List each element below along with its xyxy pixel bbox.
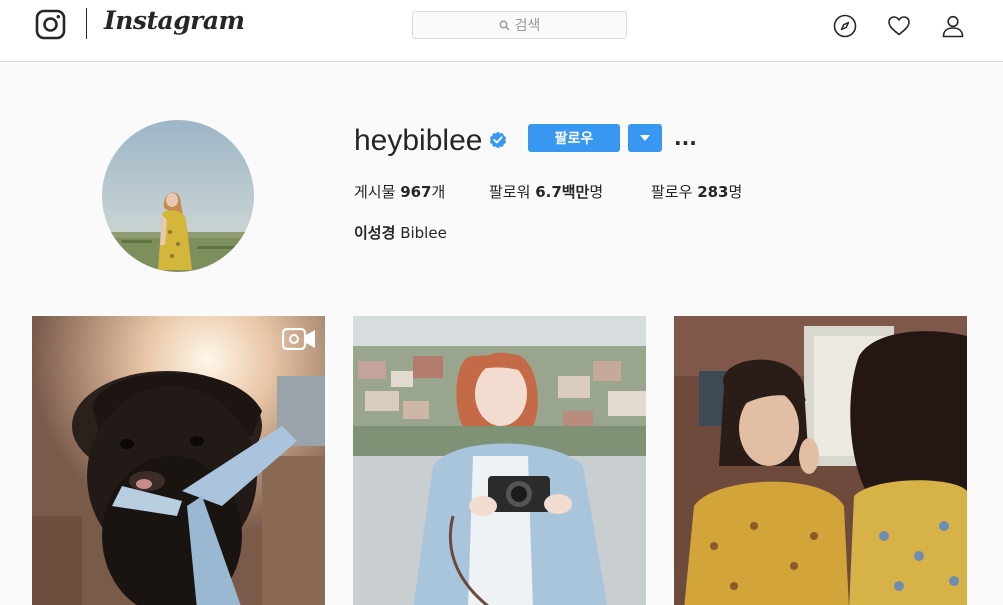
logo-divider — [86, 8, 87, 39]
following-unit: 명 — [728, 183, 743, 201]
posts-unit: 개 — [431, 183, 446, 201]
user-icon[interactable] — [941, 14, 965, 38]
suggestions-dropdown-button[interactable] — [628, 124, 662, 152]
following-label: 팔로우 — [651, 183, 693, 201]
search-icon — [499, 20, 510, 31]
following-count[interactable]: 팔로우 283명 — [651, 181, 742, 202]
posts-count: 게시물 967개 — [354, 181, 445, 202]
follow-button[interactable]: 팔로우 — [528, 124, 620, 152]
compass-icon[interactable] — [833, 14, 857, 38]
posts-value: 967 — [400, 183, 432, 201]
more-options-button[interactable]: ... — [674, 126, 697, 150]
post-thumbnail-3[interactable] — [674, 316, 967, 605]
post-image-camera — [353, 316, 646, 605]
post-image-yellow-shirt — [674, 316, 967, 605]
post-thumbnail-1[interactable] — [32, 316, 325, 605]
posts-label: 게시물 — [354, 183, 396, 201]
video-icon — [282, 328, 315, 350]
post-image-pug — [32, 316, 325, 605]
caret-down-icon — [640, 135, 650, 141]
full-name-en: Biblee — [400, 224, 447, 242]
profile-avatar[interactable] — [102, 120, 254, 272]
post-thumbnail-2[interactable] — [353, 316, 646, 605]
instagram-logo-icon[interactable] — [35, 9, 66, 40]
profile-username: heybiblee — [354, 124, 483, 157]
heart-icon[interactable] — [887, 14, 911, 38]
instagram-wordmark[interactable]: Instagram — [104, 6, 245, 35]
followers-count[interactable]: 팔로워 6.7백만명 — [489, 181, 603, 202]
top-nav: Instagram 검색 — [0, 0, 1003, 62]
search-input[interactable]: 검색 — [412, 11, 627, 39]
followers-unit: 명 — [589, 183, 604, 201]
full-name-ko: 이성경 — [354, 224, 396, 242]
followers-label: 팔로워 — [489, 183, 531, 201]
verified-badge-icon — [489, 131, 507, 149]
avatar-image — [102, 120, 254, 272]
search-placeholder: 검색 — [514, 18, 541, 34]
followers-value: 6.7백만 — [535, 183, 590, 201]
following-value: 283 — [697, 183, 729, 201]
profile-full-name: 이성경 Biblee — [354, 222, 447, 243]
